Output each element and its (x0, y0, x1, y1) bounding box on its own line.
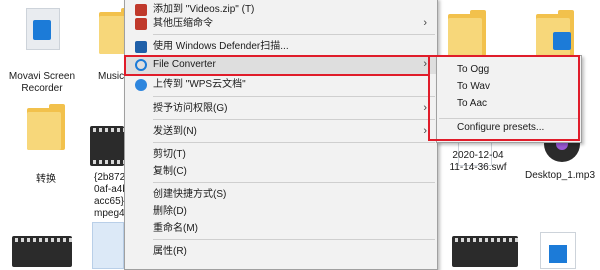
menu-item-label: 授予访问权限(G) (153, 103, 228, 114)
menu-item-defender-scan[interactable]: 使用 Windows Defender扫描... (125, 38, 437, 56)
menu-item-label: 上传到 "WPS云文档" (153, 79, 246, 90)
menu-item-wps-upload[interactable]: 上传到 "WPS云文档" (125, 76, 437, 94)
archive-icon (135, 18, 147, 30)
menu-item-grant-access[interactable]: 授予访问权限(G) › (125, 100, 437, 118)
annotation-highlight-submenu (428, 55, 580, 141)
chevron-right-icon: › (423, 125, 427, 137)
menu-separator (153, 182, 435, 183)
cloud-icon (135, 79, 147, 91)
menu-item-send-to[interactable]: 发送到(N) › (125, 123, 437, 141)
menu-item-delete[interactable]: 删除(D) (125, 203, 437, 221)
desktop-item-label: Desktop_1.mp3 (524, 170, 596, 181)
menu-separator (153, 119, 435, 120)
video-thumbnail-icon[interactable] (452, 236, 518, 267)
menu-item-label: 属性(R) (153, 246, 187, 257)
chevron-right-icon: › (423, 102, 427, 114)
video-thumbnail-icon (90, 126, 124, 166)
annotation-highlight-file-converter (124, 55, 430, 76)
media-file-icon[interactable] (540, 232, 576, 269)
menu-item-label: 删除(D) (153, 206, 187, 217)
chevron-right-icon: › (423, 17, 427, 29)
menu-item-label: 其他压缩命令 (153, 18, 213, 29)
menu-item-label: 创建快捷方式(S) (153, 189, 227, 200)
menu-separator (153, 142, 435, 143)
menu-item-cut[interactable]: 剪切(T) (125, 146, 437, 164)
menu-item-label: 发送到(N) (153, 126, 197, 137)
video-folder-icon[interactable] (535, 10, 575, 58)
desktop-item-label: 2020-12-04 11-14-36.swf (449, 150, 507, 173)
folder-icon (27, 104, 65, 154)
menu-item-rename[interactable]: 重命名(M) (125, 220, 437, 238)
video-thumbnail-icon[interactable] (12, 236, 72, 267)
shield-icon (135, 41, 147, 53)
menu-item-create-shortcut[interactable]: 创建快捷方式(S) (125, 186, 437, 204)
context-menu: 添加到 "Videos.zip" (T) 其他压缩命令 › 使用 Windows… (124, 0, 438, 270)
menu-separator (153, 96, 435, 97)
selected-file-icon[interactable] (92, 222, 124, 269)
menu-item-properties[interactable]: 属性(R) (125, 243, 437, 261)
menu-item-label: 复制(C) (153, 166, 187, 177)
menu-item-other-compress[interactable]: 其他压缩命令 › (125, 15, 437, 33)
folder-icon[interactable] (448, 10, 486, 60)
menu-item-label: 重命名(M) (153, 223, 198, 234)
desktop-item-label: 转换 (36, 174, 56, 185)
menu-separator (153, 239, 435, 240)
menu-item-label: 剪切(T) (153, 149, 186, 160)
menu-separator (153, 34, 435, 35)
movavi-app-icon (26, 8, 60, 52)
desktop-item-label: Movavi Screen Recorder (8, 71, 76, 94)
desktop-item-zhuanhuan[interactable]: 转换 (4, 104, 88, 185)
menu-item-copy[interactable]: 复制(C) (125, 163, 437, 181)
menu-item-label: 使用 Windows Defender扫描... (153, 41, 289, 52)
